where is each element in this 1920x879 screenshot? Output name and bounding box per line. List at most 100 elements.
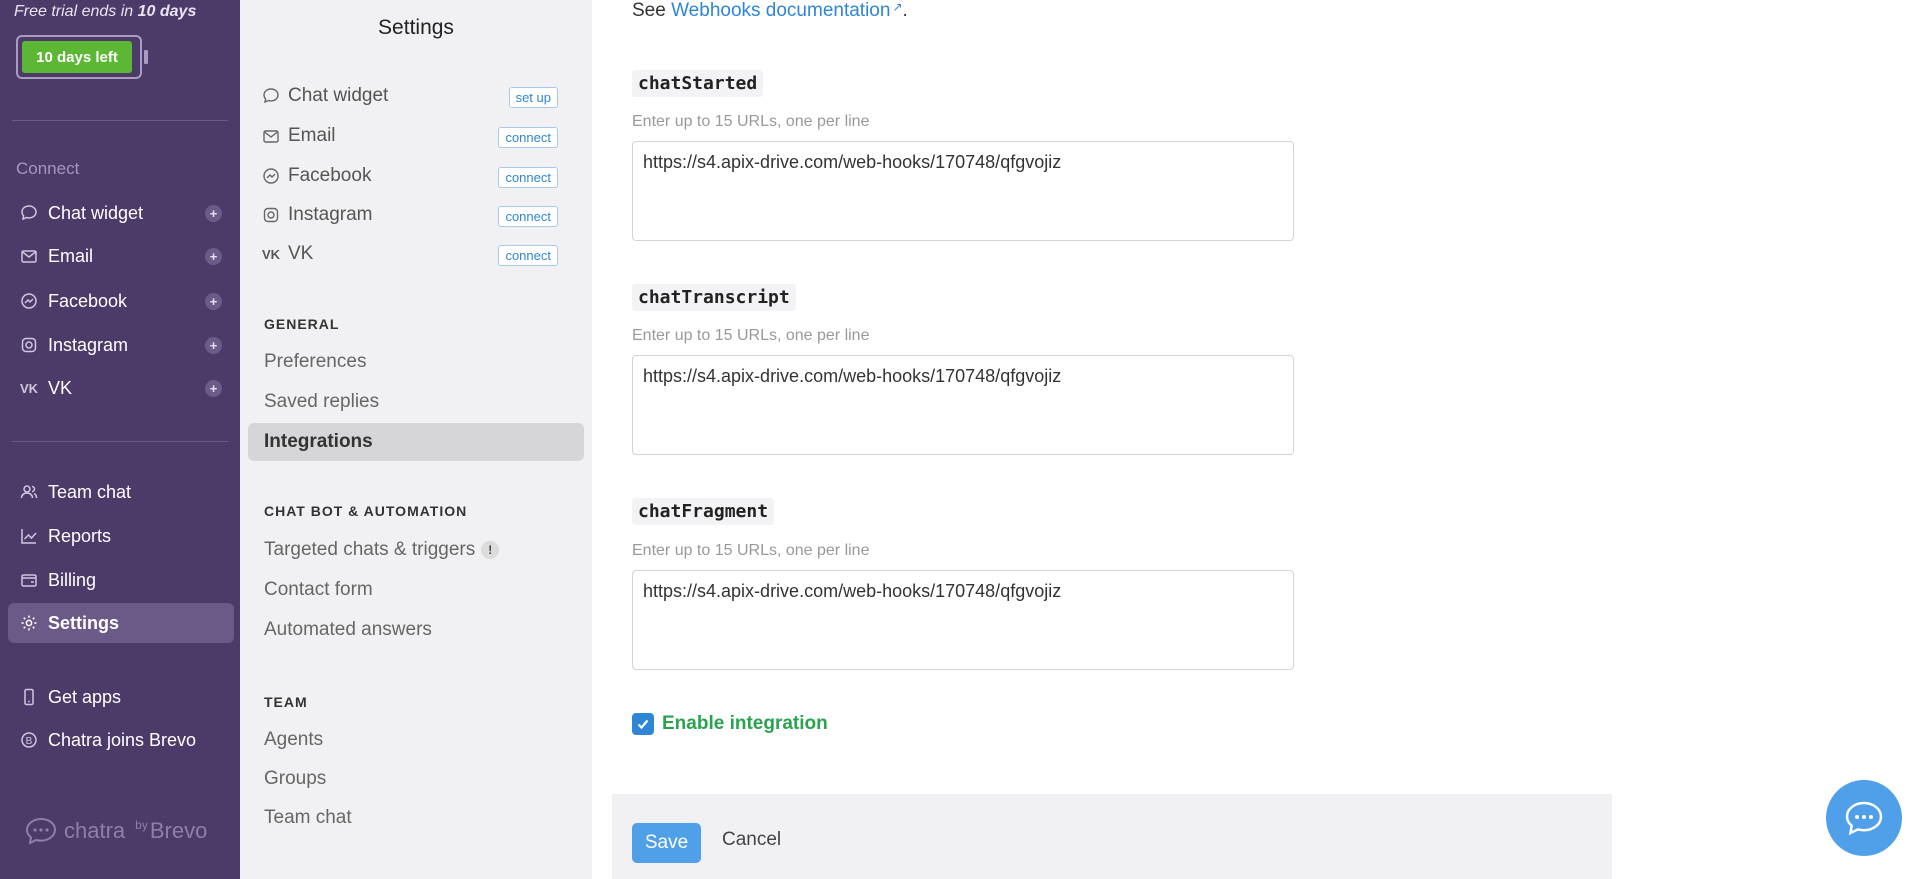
channel-instagram[interactable]: Instagram connect <box>260 198 574 232</box>
sidebar-item-email[interactable]: Email + <box>8 236 234 276</box>
trial-battery[interactable]: 10 days left <box>16 35 148 79</box>
enable-integration-label: Enable integration <box>662 713 828 734</box>
chat-transcript-urls-input[interactable] <box>632 355 1294 455</box>
wallet-icon <box>18 569 40 591</box>
nav-agents[interactable]: Agents <box>264 729 323 751</box>
docs-line: See Webhooks documentation ↗. <box>632 0 908 21</box>
sidebar-item-label: Chat widget <box>48 202 144 223</box>
brevo-icon: B <box>18 729 40 751</box>
nav-targeted-chats[interactable]: Targeted chats & triggers! <box>264 539 500 561</box>
connect-vk-button[interactable]: connect <box>498 245 558 266</box>
chatbot-heading: CHAT BOT & AUTOMATION <box>264 503 468 519</box>
instagram-icon <box>18 334 40 356</box>
sidebar-item-get-apps[interactable]: Get apps <box>8 677 234 717</box>
connect-instagram-button[interactable]: connect <box>498 206 558 227</box>
brand-by: by <box>135 818 148 832</box>
people-icon <box>18 481 40 503</box>
add-chat-widget-icon[interactable]: + <box>205 205 222 222</box>
chat-bubble-icon <box>260 85 282 107</box>
sidebar-item-instagram[interactable]: Instagram + <box>8 325 234 365</box>
sidebar-item-reports[interactable]: Reports <box>8 516 234 556</box>
brand-name: chatra <box>64 818 126 843</box>
battery-nub <box>144 50 148 64</box>
sidebar-divider <box>12 120 228 121</box>
nav-team-chat[interactable]: Team chat <box>264 807 352 829</box>
vk-icon: VK <box>19 380 39 396</box>
sidebar-item-brevo[interactable]: B Chatra joins Brevo <box>8 720 234 760</box>
sidebar-item-label: Team chat <box>48 481 132 502</box>
checkmark-icon <box>637 719 649 730</box>
sidebar-item-facebook[interactable]: Facebook + <box>8 281 234 321</box>
url-hint: Enter up to 15 URLs, one per line <box>632 113 870 130</box>
nav-groups[interactable]: Groups <box>264 768 326 790</box>
gear-icon <box>18 612 40 634</box>
sidebar-item-label: Chatra joins Brevo <box>48 729 197 750</box>
chat-launcher-button[interactable] <box>1826 780 1902 856</box>
enable-integration-checkbox[interactable] <box>632 713 654 735</box>
nav-targeted-chats-label: Targeted chats & triggers <box>264 539 476 560</box>
add-instagram-icon[interactable]: + <box>205 337 222 354</box>
nav-contact-form[interactable]: Contact form <box>264 579 373 601</box>
nav-saved-replies[interactable]: Saved replies <box>264 391 379 413</box>
form-actions-bar: Save Cancel <box>612 794 1612 879</box>
save-button[interactable]: Save <box>632 823 701 863</box>
sidebar-item-settings[interactable]: Settings <box>8 603 234 643</box>
trial-battery-label: 10 days left <box>22 41 132 73</box>
chat-bubble-icon <box>18 202 40 224</box>
settings-nav: Settings Chat widget set up Email connec… <box>240 0 592 879</box>
brand-partner: Brevo <box>149 818 208 843</box>
app-sidebar: Free trial ends in 10 days 10 days left … <box>0 0 240 879</box>
url-hint: Enter up to 15 URLs, one per line <box>632 542 870 559</box>
connect-facebook-button[interactable]: connect <box>498 167 558 188</box>
nav-automated-answers[interactable]: Automated answers <box>264 619 432 641</box>
webhooks-docs-link[interactable]: Webhooks documentation <box>671 0 890 21</box>
trial-notice: Free trial ends in 10 days <box>14 3 197 20</box>
channel-label: Facebook <box>288 165 372 186</box>
messenger-icon <box>260 165 282 187</box>
add-vk-icon[interactable]: + <box>205 380 222 397</box>
general-heading: GENERAL <box>264 316 340 332</box>
external-link-icon: ↗ <box>892 0 903 14</box>
cancel-button[interactable]: Cancel <box>722 829 781 851</box>
channel-label: VK <box>288 243 314 264</box>
channel-facebook[interactable]: Facebook connect <box>260 159 574 193</box>
add-email-icon[interactable]: + <box>205 248 222 265</box>
mail-icon <box>260 125 282 147</box>
chatra-logo-icon <box>25 817 57 845</box>
sidebar-item-team-chat[interactable]: Team chat <box>8 472 234 512</box>
messenger-icon <box>18 290 40 312</box>
nav-preferences[interactable]: Preferences <box>264 351 366 373</box>
channel-email[interactable]: Email connect <box>260 119 574 153</box>
sidebar-divider <box>12 441 228 442</box>
set-up-chat-widget-button[interactable]: set up <box>508 87 558 108</box>
enable-integration-row[interactable]: Enable integration <box>632 713 828 735</box>
sidebar-item-billing[interactable]: Billing <box>8 560 234 600</box>
channel-chat-widget[interactable]: Chat widget set up <box>260 79 574 113</box>
add-facebook-icon[interactable]: + <box>205 293 222 310</box>
chat-started-urls-input[interactable] <box>632 141 1294 241</box>
mail-icon <box>18 245 40 267</box>
url-hint: Enter up to 15 URLs, one per line <box>632 327 870 344</box>
chat-fragment-urls-input[interactable] <box>632 570 1294 670</box>
settings-title: Settings <box>378 16 454 39</box>
event-label-chat-started: chatStarted <box>632 70 764 97</box>
alert-icon: ! <box>481 540 500 559</box>
sidebar-item-label: Get apps <box>48 686 122 707</box>
sidebar-item-vk[interactable]: VK VK + <box>8 368 234 408</box>
sidebar-item-chat-widget[interactable]: Chat widget + <box>8 193 234 233</box>
sidebar-item-label: VK <box>48 377 73 398</box>
channel-vk[interactable]: VK VK connect <box>260 237 574 271</box>
sidebar-item-label: Settings <box>48 612 120 633</box>
connect-email-button[interactable]: connect <box>498 127 558 148</box>
svg-text:B: B <box>26 736 33 747</box>
vk-icon: VK <box>261 246 281 262</box>
event-label-chat-transcript: chatTranscript <box>632 284 796 311</box>
channel-label: Instagram <box>288 204 373 225</box>
connect-heading: Connect <box>16 159 80 178</box>
sidebar-item-label: Billing <box>48 569 97 590</box>
integration-panel: See Webhooks documentation ↗. chatStarted… <box>592 0 1920 879</box>
sidebar-item-label: Email <box>48 245 94 266</box>
channel-label: Email <box>288 125 336 146</box>
chat-bubble-icon <box>1845 801 1883 836</box>
nav-integrations[interactable]: Integrations <box>248 423 584 461</box>
